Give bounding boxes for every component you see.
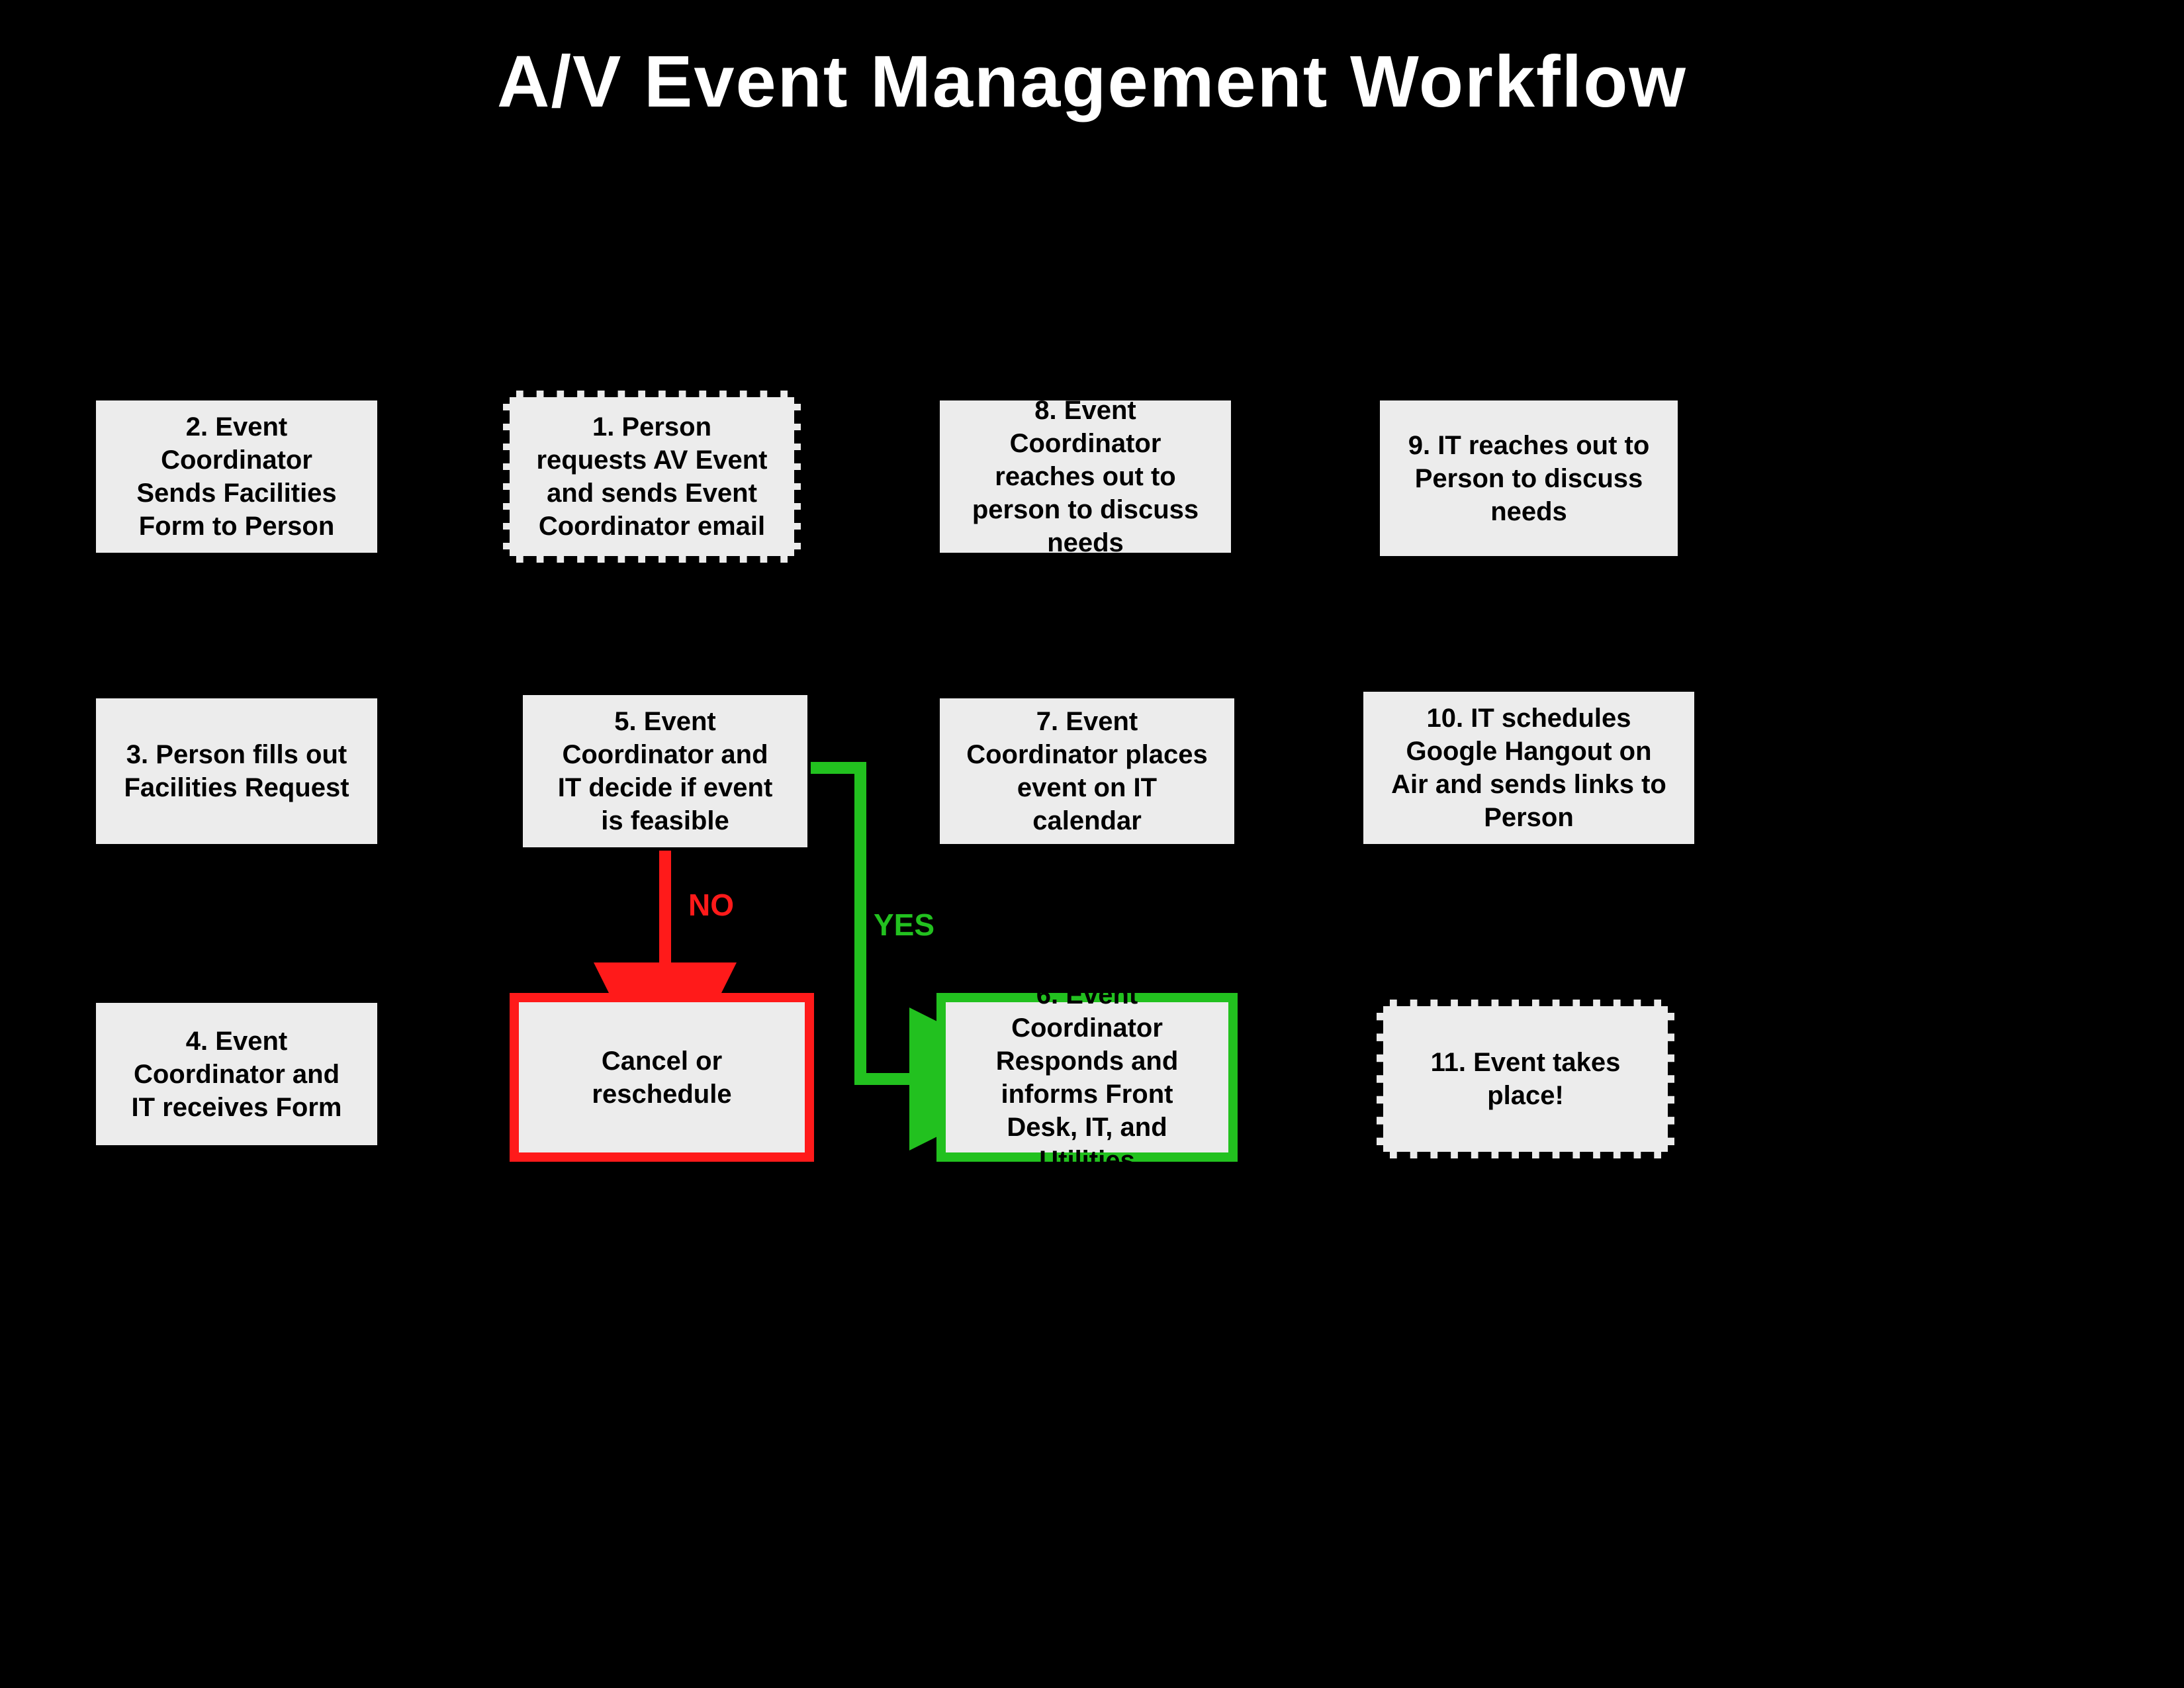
- node-11: 11. Event takes place!: [1377, 1000, 1674, 1158]
- node-10: 10. IT schedules Google Hangout on Air a…: [1360, 688, 1698, 847]
- node-6: 6. Event Coordinator Responds and inform…: [936, 993, 1238, 1162]
- node-3: 3. Person fills out Facilities Request: [93, 695, 381, 847]
- node-4: 4. Event Coordinator and IT receives For…: [93, 1000, 381, 1149]
- node-2: 2. Event Coordinator Sends Facilities Fo…: [93, 397, 381, 556]
- label-no: NO: [688, 887, 734, 923]
- node-8: 8. Event Coordinator reaches out to pers…: [936, 397, 1234, 556]
- node-7: 7. Event Coordinator places event on IT …: [936, 695, 1238, 847]
- node-cancel: Cancel or reschedule: [510, 993, 814, 1162]
- node-1: 1. Person requests AV Event and sends Ev…: [503, 391, 801, 563]
- node-5: 5. Event Coordinator and IT decide if ev…: [520, 692, 811, 851]
- diagram-stage: A/V Event Management Workflow: [0, 0, 2184, 1688]
- node-9: 9. IT reaches out to Person to discuss n…: [1377, 397, 1681, 559]
- label-yes: YES: [874, 907, 934, 943]
